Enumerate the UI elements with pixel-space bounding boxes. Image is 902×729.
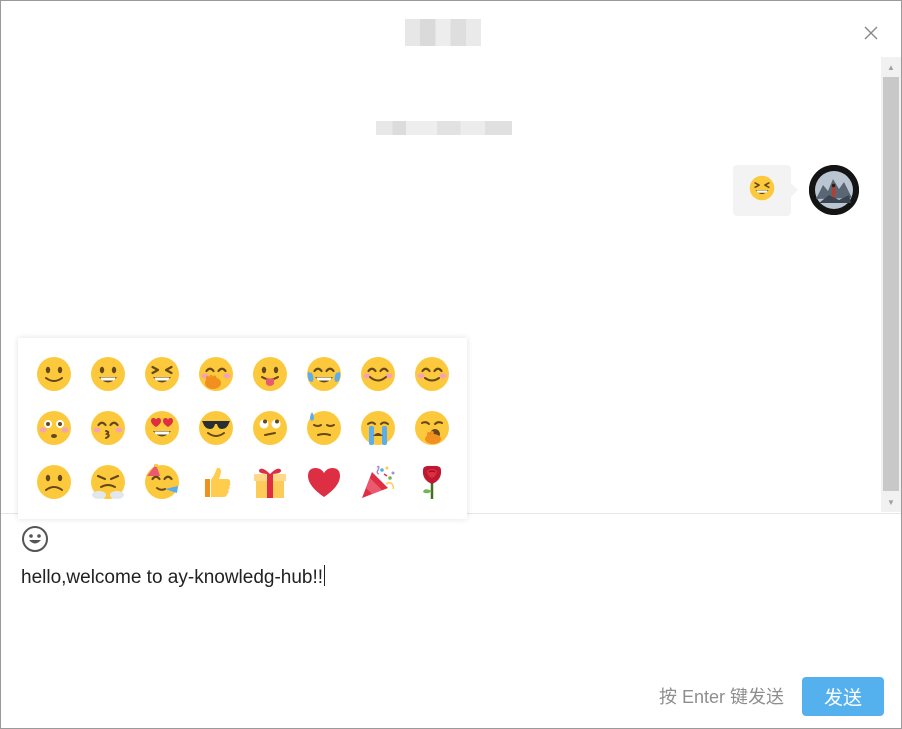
emoji-grinning-squinting-face[interactable] bbox=[144, 356, 180, 392]
emoji-face-with-steam-from-nose[interactable] bbox=[90, 464, 126, 500]
emoji-wrapped-gift[interactable] bbox=[252, 464, 288, 500]
emoji-yawning-face[interactable] bbox=[414, 410, 450, 446]
emoji-grinning-face[interactable] bbox=[90, 356, 126, 392]
emoji-party-popper[interactable] bbox=[360, 464, 396, 500]
emoji-smiling-face-with-smiling-eyes[interactable] bbox=[360, 356, 396, 392]
emoji-smiling-face-with-sunglasses[interactable] bbox=[198, 410, 234, 446]
emoji-slightly-frowning-face[interactable] bbox=[36, 464, 72, 500]
avatar[interactable] bbox=[809, 165, 859, 215]
close-icon bbox=[864, 26, 878, 40]
text-caret bbox=[324, 565, 326, 586]
emoji-slightly-smiling-face[interactable] bbox=[36, 356, 72, 392]
scroll-down-arrow-icon[interactable]: ▼ bbox=[881, 494, 901, 510]
send-button[interactable]: 发送 bbox=[802, 677, 884, 716]
emoji-grid bbox=[36, 356, 468, 518]
emoji-face-with-hand-over-mouth[interactable] bbox=[198, 356, 234, 392]
message-bubble bbox=[733, 165, 798, 216]
emoji-flushed-face[interactable] bbox=[36, 410, 72, 446]
emoji-toggle-button[interactable] bbox=[21, 525, 49, 553]
close-button[interactable] bbox=[861, 23, 881, 43]
message-scrollbar[interactable]: ▲ ▼ bbox=[881, 57, 901, 512]
dialog-title-redacted bbox=[405, 19, 481, 46]
emoji-smiling-face-with-heart-eyes[interactable] bbox=[144, 410, 180, 446]
send-hint: 按 Enter 键发送 bbox=[659, 687, 785, 707]
message-timestamp-redacted bbox=[376, 121, 512, 135]
scroll-thumb[interactable] bbox=[883, 77, 899, 491]
avatar-image bbox=[809, 165, 859, 215]
smiley-icon bbox=[22, 526, 48, 552]
emoji-rose[interactable] bbox=[414, 464, 450, 500]
emoji-picker bbox=[18, 338, 467, 519]
emoji-downcast-face-with-sweat[interactable] bbox=[306, 410, 342, 446]
chat-dialog: ▲ ▼ hello,welcome to ay-knowledg-hub!! 按… bbox=[0, 0, 902, 729]
emoji-face-with-rolling-eyes[interactable] bbox=[252, 410, 288, 446]
emoji-thumbs-up[interactable] bbox=[198, 464, 234, 500]
emoji-loudly-crying-face[interactable] bbox=[360, 410, 396, 446]
message-input-text: hello,welcome to ay-knowledg-hub!! bbox=[21, 567, 324, 588]
emoji-smiling-face[interactable] bbox=[414, 356, 450, 392]
message-input[interactable]: hello,welcome to ay-knowledg-hub!! bbox=[21, 565, 881, 591]
emoji-kissing-face-with-closed-eyes[interactable] bbox=[90, 410, 126, 446]
message-emoji-grinning-squinting-face bbox=[749, 175, 775, 206]
emoji-face-with-tongue[interactable] bbox=[252, 356, 288, 392]
emoji-red-heart[interactable] bbox=[306, 464, 342, 500]
emoji-partying-face[interactable] bbox=[144, 464, 180, 500]
scroll-up-arrow-icon[interactable]: ▲ bbox=[881, 59, 901, 75]
emoji-face-with-tears-of-joy[interactable] bbox=[306, 356, 342, 392]
